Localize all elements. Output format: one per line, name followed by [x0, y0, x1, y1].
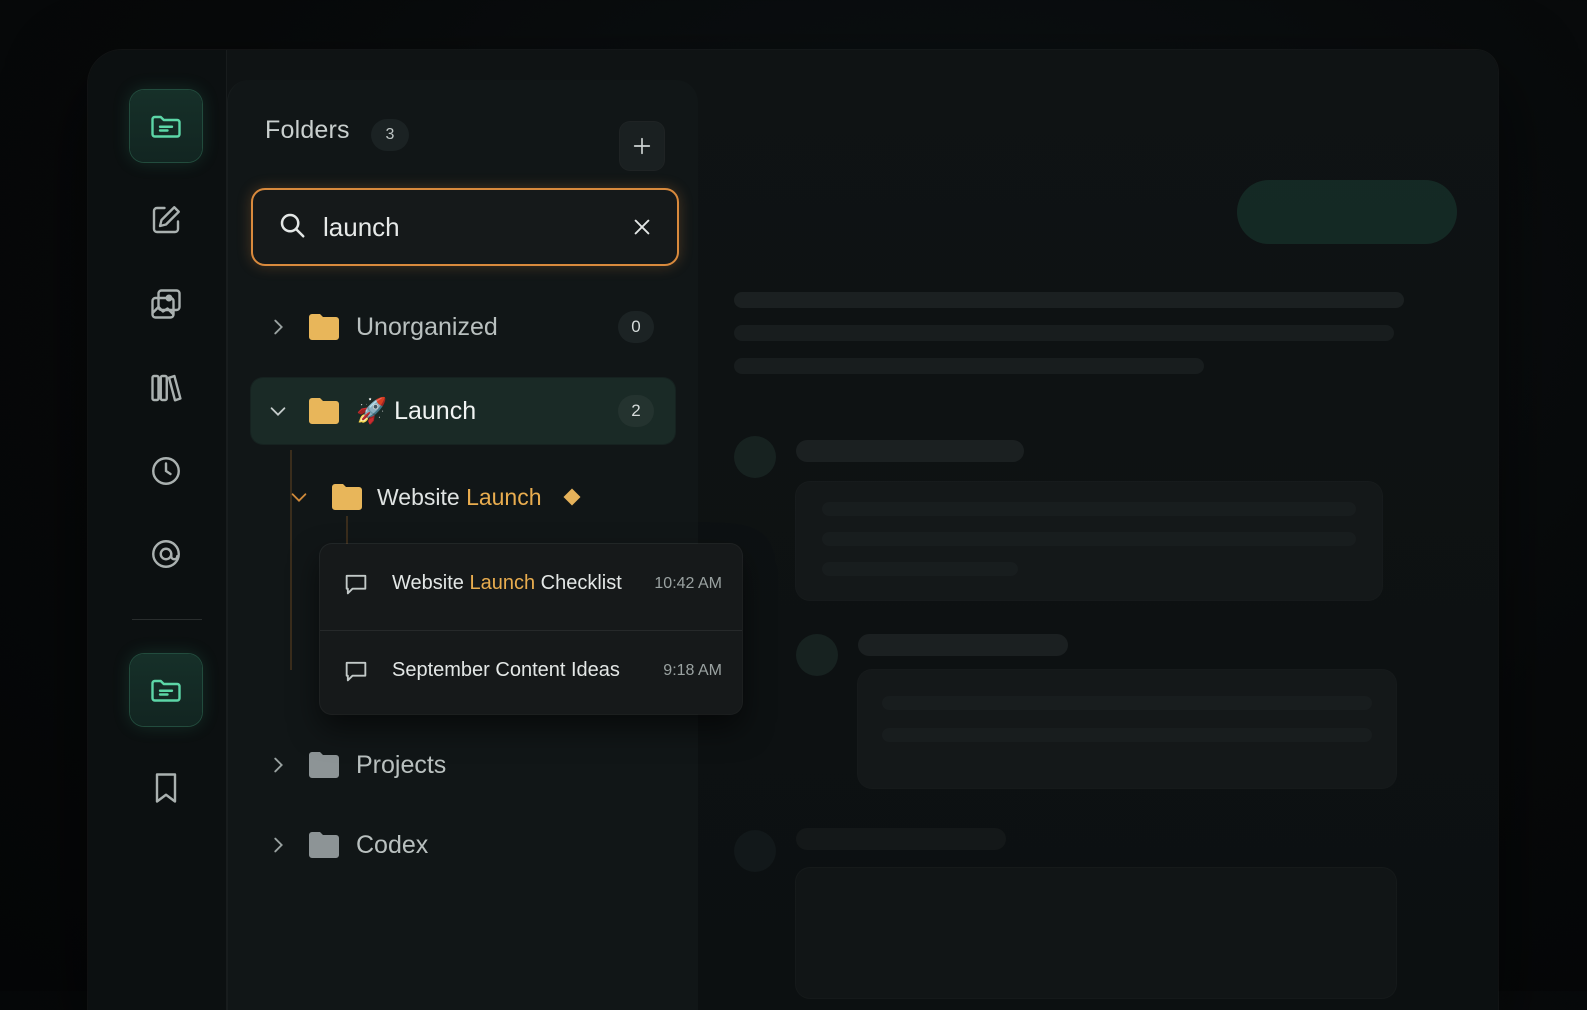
folder-row-website-launch[interactable]: Website Launch [274, 464, 654, 530]
result-time: 9:18 AM [663, 662, 722, 679]
skeleton-card [796, 868, 1396, 998]
folder-icon [332, 484, 362, 510]
panel-title: Folders [265, 116, 350, 144]
match-indicator [563, 488, 581, 506]
folder-row-launch[interactable]: 🚀 Launch 2 [251, 378, 675, 444]
chat-bubble-icon [345, 574, 367, 595]
folder-icon [309, 752, 339, 778]
skeleton-avatar [734, 830, 776, 872]
skeleton-line [858, 634, 1068, 656]
skeleton-line [882, 696, 1372, 710]
folder-icon [309, 314, 339, 340]
folder-label: 🚀 Launch [356, 396, 477, 425]
add-folder-button[interactable] [620, 122, 664, 170]
history-icon [152, 457, 180, 485]
skeleton-line [734, 358, 1204, 374]
folder-search-box[interactable] [251, 188, 679, 266]
chevron-right-icon [274, 319, 283, 335]
skeleton-line [822, 562, 1018, 576]
skeleton-avatar [734, 436, 776, 478]
at-mention-icon [152, 540, 180, 568]
result-item-september-content-ideas[interactable]: September Content Ideas 9:18 AM [320, 630, 742, 715]
folder-count: 2 [618, 395, 654, 427]
folder-count: 0 [618, 311, 654, 343]
bookmark-icon [155, 773, 177, 803]
bookmarks-nav-button[interactable] [130, 752, 202, 824]
folder-count-badge: 3 [371, 119, 409, 151]
compose-nav-button[interactable] [130, 184, 202, 256]
chevron-right-icon [274, 837, 283, 853]
folder-icon [309, 398, 339, 424]
search-input[interactable] [321, 206, 605, 248]
icon-rail [88, 50, 227, 1010]
result-title: Website Launch Checklist [392, 572, 622, 594]
compose-icon [152, 206, 180, 234]
clear-search-button[interactable] [627, 212, 657, 242]
chevron-right-icon [274, 757, 283, 773]
rocket-emoji: 🚀 [356, 396, 388, 425]
folders-nav-button[interactable] [130, 90, 202, 162]
search-results-popover: Website Launch Checklist 10:42 AM Septem… [320, 544, 742, 714]
search-icon [280, 213, 305, 238]
folder-label: Codex [356, 830, 429, 859]
folder-list-icon [151, 115, 181, 138]
skeleton-line [734, 325, 1394, 341]
folder-row-unorganized[interactable]: Unorganized 0 [251, 294, 675, 360]
app-window: Folders 3 Unorganized 0 🚀 Launch 2 [88, 50, 1498, 1010]
chevron-down-icon [270, 407, 286, 416]
history-nav-button[interactable] [130, 435, 202, 507]
skeleton-pill [1237, 180, 1457, 244]
folder-row-codex[interactable]: Codex [251, 812, 675, 878]
close-icon [634, 219, 650, 235]
library-icon [151, 374, 182, 402]
result-time: 10:42 AM [654, 575, 722, 592]
folder-label: Website Launch [377, 483, 542, 510]
chevron-down-icon [291, 493, 307, 502]
folders-shortcut-button[interactable] [130, 654, 202, 726]
gallery-icon [151, 289, 181, 319]
folder-row-projects[interactable]: Projects [251, 732, 675, 798]
skeleton-line [796, 440, 1024, 462]
gallery-nav-button[interactable] [130, 268, 202, 340]
library-nav-button[interactable] [130, 352, 202, 424]
skeleton-line [822, 502, 1356, 516]
skeleton-avatar [796, 634, 838, 676]
rail-divider [132, 619, 202, 620]
result-title: September Content Ideas [392, 659, 620, 681]
skeleton-line [796, 828, 1006, 850]
folder-icon [309, 832, 339, 858]
skeleton-line [882, 728, 1372, 742]
result-item-website-launch-checklist[interactable]: Website Launch Checklist 10:42 AM [320, 544, 742, 628]
folder-list-icon [151, 679, 181, 702]
chat-bubble-icon [345, 661, 367, 682]
skeleton-line [822, 532, 1356, 546]
skeleton-line [734, 292, 1404, 308]
plus-icon [633, 137, 651, 155]
mentions-nav-button[interactable] [130, 518, 202, 590]
folder-label: Projects [356, 750, 447, 779]
folder-label: Unorganized [356, 312, 498, 341]
